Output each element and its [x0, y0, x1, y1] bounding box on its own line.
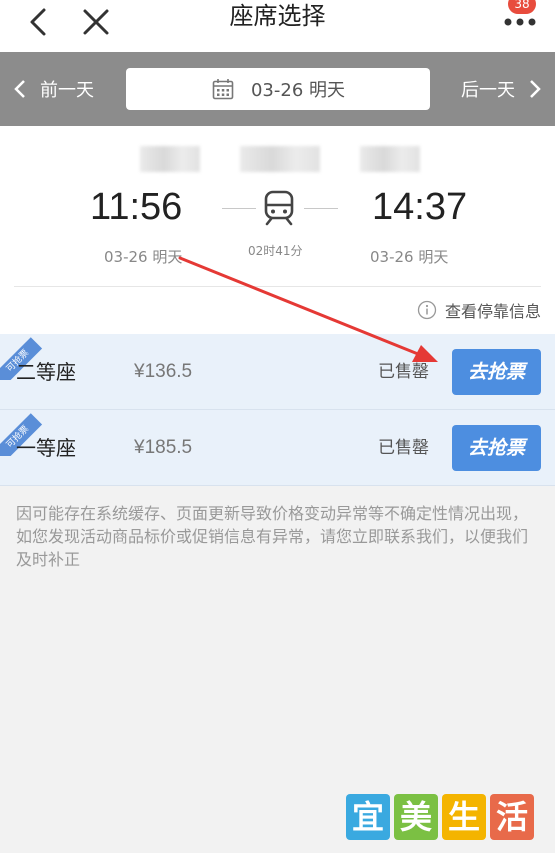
divider	[14, 286, 541, 287]
blurred-arrive-station	[360, 146, 420, 172]
watermark-char: 宜	[346, 794, 390, 840]
watermark-char: 生	[442, 794, 486, 840]
seat-price: ¥136.5	[134, 361, 193, 382]
grab-ticket-button[interactable]: 去抢票	[452, 349, 541, 395]
depart-date: 03-26 明天	[104, 248, 183, 266]
blurred-depart-station	[140, 146, 200, 172]
arrive-date: 03-26 明天	[370, 248, 449, 266]
seat-name: 二等座	[16, 360, 76, 384]
chevron-right-icon	[530, 80, 541, 98]
date-selector[interactable]: 03-26 明天	[126, 68, 430, 110]
prev-day-button[interactable]: 前一天	[14, 52, 94, 126]
next-day-button[interactable]: 后一天	[461, 52, 541, 126]
seat-row-first-class: 可抢票 一等座 ¥185.5 已售罄 去抢票	[0, 410, 555, 486]
train-icon	[262, 190, 296, 230]
date-label: 03-26 明天	[250, 80, 346, 101]
chevron-left-icon	[14, 80, 25, 98]
calendar-icon	[212, 79, 234, 100]
seat-status: 已售罄	[378, 362, 429, 382]
duration-line-right	[304, 208, 338, 209]
stop-info-label: 查看停靠信息	[444, 302, 541, 321]
blurred-train-number	[240, 146, 320, 172]
seat-name: 一等座	[16, 436, 76, 460]
train-info: 11:56 14:37 03-26 明天 02时41分 03-26 明天 查看停…	[0, 126, 555, 334]
price-notice: 因可能存在系统缓存、页面更新导致价格变动异常等不确定性情况出现，如您发现活动商品…	[16, 504, 529, 569]
watermark-logo: 宜 美 生 活	[346, 794, 542, 842]
page-title: 座席选择	[229, 2, 326, 30]
grab-ticket-button[interactable]: 去抢票	[452, 425, 541, 471]
prev-day-label: 前一天	[40, 80, 94, 101]
depart-time: 11:56	[90, 186, 183, 228]
stop-info-link[interactable]: 查看停靠信息	[417, 298, 541, 322]
arrive-time: 14:37	[372, 186, 468, 228]
seat-price: ¥185.5	[134, 437, 193, 458]
watermark-char: 活	[490, 794, 534, 840]
date-bar: 前一天 03-26 明天 后一天	[0, 52, 555, 126]
header: 座席选择 38	[0, 0, 555, 52]
travel-duration: 02时41分	[248, 244, 303, 258]
notification-badge: 38	[508, 0, 536, 14]
next-day-label: 后一天	[461, 80, 515, 101]
watermark-char: 美	[394, 794, 438, 840]
info-icon	[417, 300, 437, 320]
duration-line-left	[222, 208, 256, 209]
seat-row-second-class: 可抢票 二等座 ¥136.5 已售罄 去抢票	[0, 334, 555, 410]
seat-status: 已售罄	[378, 438, 429, 458]
